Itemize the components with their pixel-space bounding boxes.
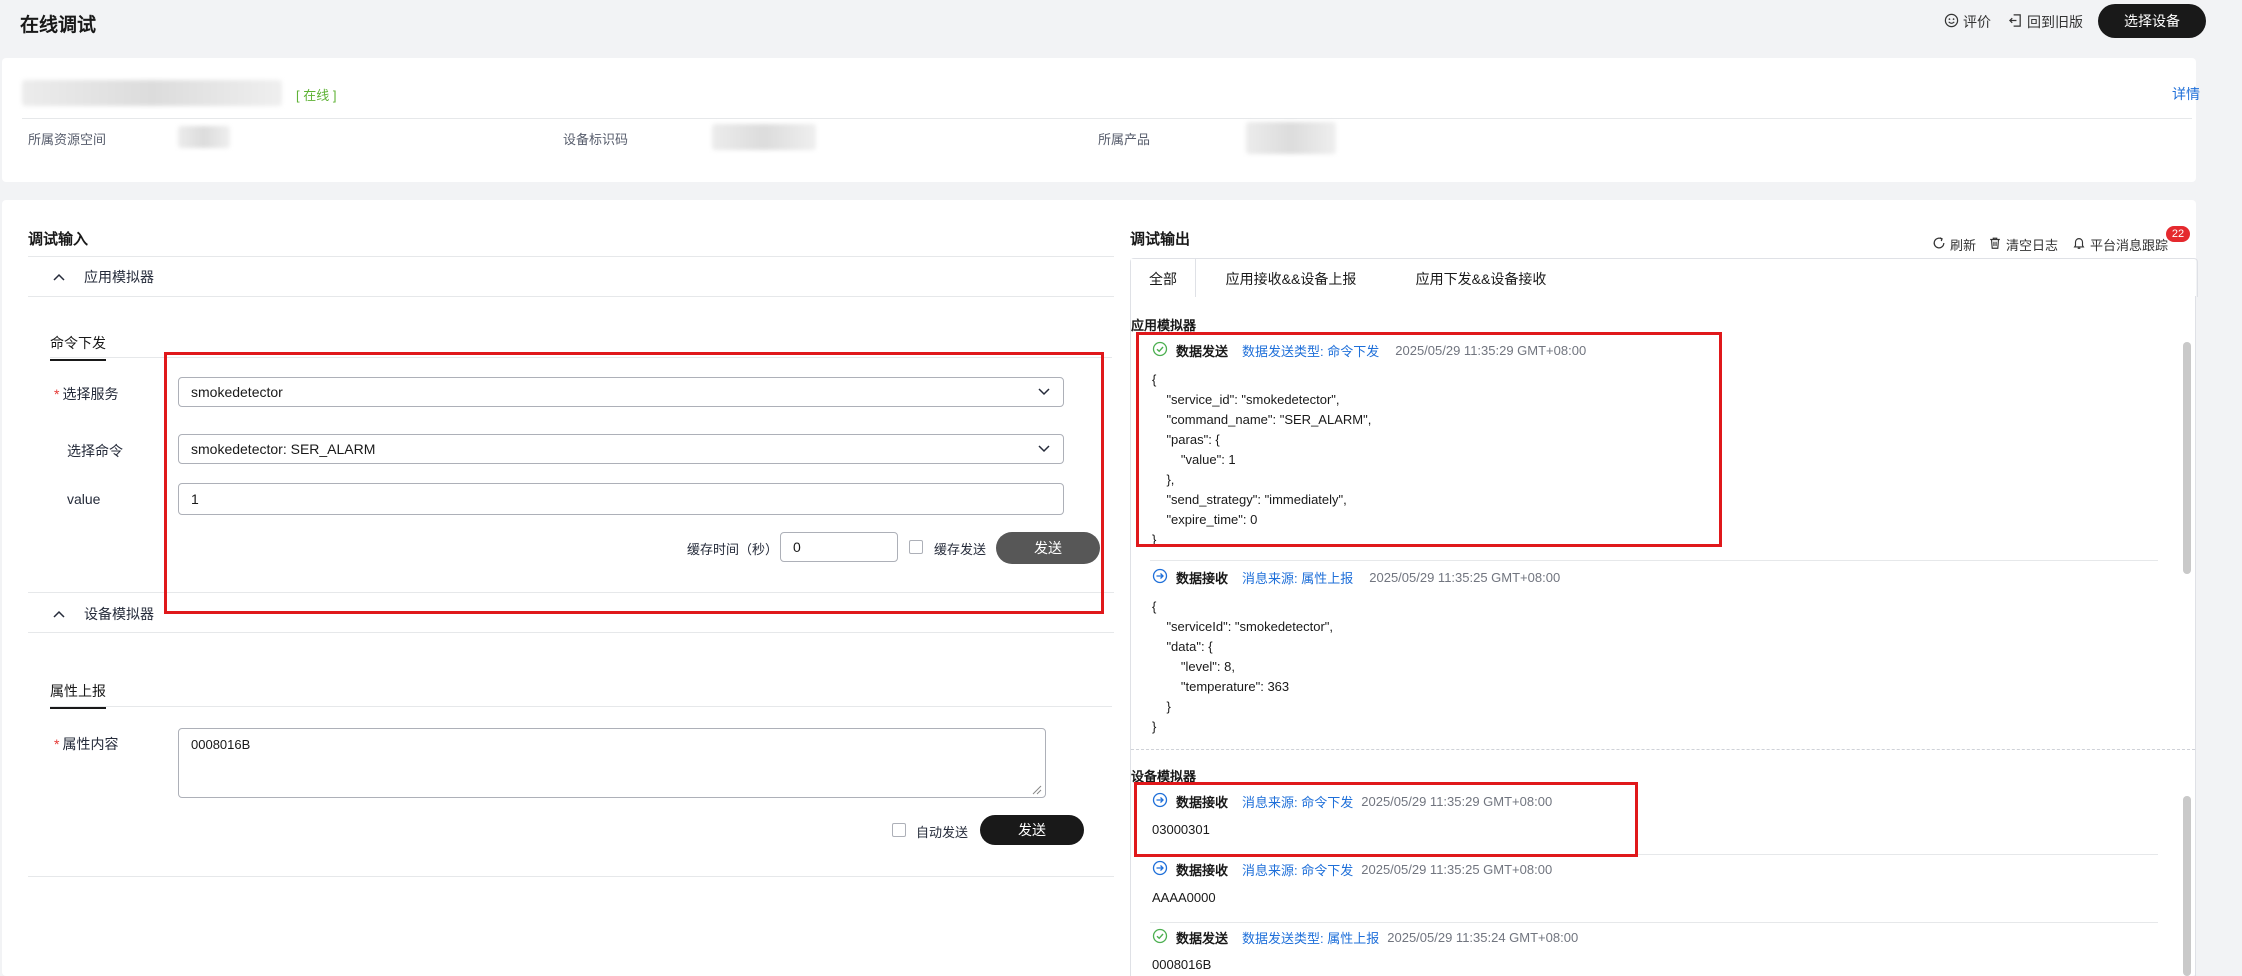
app-sim-title: 应用模拟器 [84,269,154,285]
log-time: 2025/05/29 11:35:25 GMT+08:00 [1361,862,1553,877]
tab-property-report[interactable]: 属性上报 [50,681,106,709]
highlight-box [1134,782,1638,857]
log-source: 消息来源: 属性上报 [1242,571,1354,586]
select-device-button[interactable]: 选择设备 [2098,4,2206,38]
device-id-redacted [712,124,816,150]
product-redacted [1246,122,1336,154]
refresh-label: 刷新 [1950,238,1977,253]
smile-icon [1944,13,1959,31]
clear-log-button[interactable]: 清空日志 [1988,235,2058,254]
log-kind: 数据发送 [1176,931,1229,946]
rate-link[interactable]: 评价 [1944,12,1991,32]
app-log-scrollbar[interactable] [2183,342,2191,574]
refresh-icon [1932,236,1946,253]
divider [50,706,1112,707]
output-panel-title: 调试输出 [1130,231,1191,248]
service-label: * 选择服务 [54,384,118,404]
log-kind: 数据接收 [1176,571,1229,586]
value-label: value [67,491,101,507]
clear-log-label: 清空日志 [2006,238,2059,253]
dev-sim-title: 设备模拟器 [84,606,154,622]
service-label-text: 选择服务 [62,386,119,402]
platform-trace-label: 平台消息跟踪 [2090,238,2169,253]
app-sim-collapse[interactable]: 应用模拟器 [52,267,154,287]
log-body: { "serviceId": "smokedetector", "data": … [1152,599,1334,734]
log-entry-header: 数据接收 消息来源: 命令下发 2025/05/29 11:35:25 GMT+… [1152,860,1552,879]
product-label: 所属产品 [1098,132,1151,147]
log-kind: 数据接收 [1176,863,1229,878]
input-panel-title: 调试输入 [28,231,89,248]
arrow-circle-icon [1152,860,1168,879]
dev-send-button[interactable]: 发送 [980,815,1084,845]
space-label: 所属资源空间 [28,132,107,147]
scrollbar-thumb[interactable] [2183,342,2191,574]
rate-label: 评价 [1963,14,1991,30]
divider [28,296,1114,297]
device-status: [ 在线 ] [296,88,337,103]
command-label: 选择命令 [67,443,123,459]
exit-icon [2008,13,2023,31]
scrollbar-thumb[interactable] [2183,796,2191,976]
property-content-textarea[interactable]: 0008016B [178,728,1046,798]
log-time: 2025/05/29 11:35:25 GMT+08:00 [1369,570,1561,585]
arrow-circle-icon [1152,568,1168,587]
bell-icon [2072,236,2086,253]
content-label: * 属性内容 [54,734,118,754]
device-name-redacted [22,80,282,106]
divider [28,256,1114,257]
required-mark: * [54,736,60,752]
tab-app-send-device-receive[interactable]: 应用下发&&设备接收 [1386,259,1576,297]
device-info-card [2,58,2196,182]
output-tabs: 全部 应用接收&&设备上报 应用下发&&设备接收 [1130,258,2198,297]
content-label-text: 属性内容 [62,736,119,752]
auto-send-checkbox[interactable] [892,823,906,837]
resize-handle-icon[interactable] [1030,782,1042,798]
chevron-up-icon [52,606,66,622]
section-divider [1131,749,2195,750]
divider [1150,560,2158,561]
dev-log-scrollbar[interactable] [2183,796,2191,976]
chevron-up-icon [52,269,66,285]
back-old-label: 回到旧版 [2027,14,2083,30]
divider [28,632,1114,633]
log-body: AAAA0000 [1152,890,1216,905]
log-body: 0008016B [1152,957,1212,972]
tab-all[interactable]: 全部 [1131,259,1196,297]
auto-send-label: 自动发送 [916,825,969,840]
divider [28,876,1114,877]
check-circle-icon [1152,928,1168,947]
device-id-label: 设备标识码 [563,132,629,147]
refresh-button[interactable]: 刷新 [1932,235,1976,254]
trash-icon [1988,236,2002,253]
log-entry-header: 数据接收 消息来源: 属性上报 2025/05/29 11:35:25 GMT+… [1152,568,1560,587]
log-source: 消息来源: 命令下发 [1242,863,1354,878]
platform-trace-button[interactable]: 平台消息跟踪 [2072,235,2168,254]
divider [1150,922,2158,923]
log-entry-header: 数据发送 数据发送类型: 属性上报 2025/05/29 11:35:24 GM… [1152,928,1578,947]
log-source: 数据发送类型: 属性上报 [1242,931,1380,946]
highlight-box [164,352,1104,614]
back-old-link[interactable]: 回到旧版 [2008,12,2083,32]
dev-sim-collapse[interactable]: 设备模拟器 [52,604,154,624]
divider [22,118,2192,119]
log-time: 2025/05/29 11:35:24 GMT+08:00 [1387,930,1579,945]
required-mark: * [54,386,60,402]
details-link[interactable]: 详情 [2172,84,2200,104]
space-value-redacted [178,126,230,148]
page-title: 在线调试 [20,15,97,36]
highlight-box [1136,332,1722,547]
trace-count-badge: 22 [2166,226,2190,242]
tab-app-receive-device-report[interactable]: 应用接收&&设备上报 [1196,259,1386,297]
